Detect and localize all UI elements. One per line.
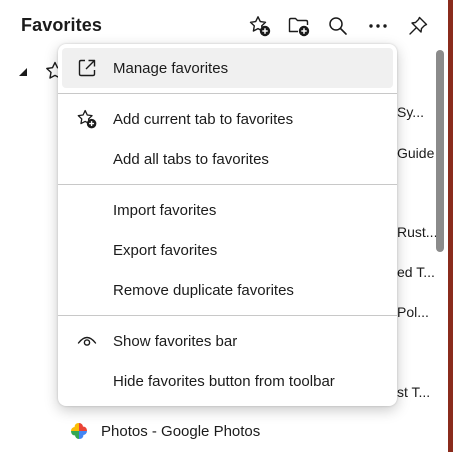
favorite-item-fragment[interactable]: ed T...	[397, 264, 435, 280]
menu-item-add-all-tabs[interactable]: Add all tabs to favorites	[62, 139, 393, 179]
tree-expand-icon[interactable]	[17, 66, 29, 78]
menu-item-label: Export favorites	[113, 242, 218, 259]
menu-item-show-favorites-bar[interactable]: Show favorites bar	[62, 321, 393, 361]
menu-item-import-favorites[interactable]: Import favorites	[62, 190, 393, 230]
google-photos-icon	[71, 423, 87, 439]
panel-title: Favorites	[21, 15, 102, 35]
menu-item-label: Hide favorites button from toolbar	[113, 373, 335, 390]
menu-separator	[58, 93, 397, 94]
menu-item-label: Add current tab to favorites	[113, 111, 294, 128]
menu-item-label: Manage favorites	[113, 60, 229, 77]
favorite-item-fragment[interactable]: Guide	[397, 145, 434, 161]
open-external-icon	[78, 59, 96, 77]
search-button[interactable]	[322, 10, 354, 42]
add-folder-icon	[288, 17, 310, 37]
favorite-item-fragment[interactable]: Sy...	[397, 104, 424, 120]
favorites-more-menu: Manage favorites Add current tab to favo…	[58, 44, 397, 406]
menu-item-remove-duplicates[interactable]: Remove duplicate favorites	[62, 270, 393, 310]
pin-icon	[409, 16, 428, 35]
favorite-item-fragment[interactable]: Rust...	[397, 224, 437, 240]
menu-item-label: Remove duplicate favorites	[113, 282, 294, 299]
add-folder-button[interactable]	[283, 10, 315, 42]
page-edge-strip	[448, 0, 453, 452]
favorite-item-fragment[interactable]: Pol...	[397, 304, 429, 320]
more-options-button[interactable]	[362, 10, 394, 42]
add-favorite-icon	[77, 109, 97, 129]
add-favorite-button[interactable]	[244, 10, 276, 42]
menu-item-add-current-tab[interactable]: Add current tab to favorites	[62, 99, 393, 139]
search-icon	[329, 17, 347, 35]
menu-item-manage-favorites[interactable]: Manage favorites	[62, 48, 393, 88]
menu-separator	[58, 315, 397, 316]
eye-icon	[77, 336, 97, 346]
pin-button[interactable]	[402, 10, 434, 42]
menu-item-label: Add all tabs to favorites	[113, 151, 269, 168]
scrollbar-thumb[interactable]	[436, 50, 444, 252]
menu-separator	[58, 184, 397, 185]
menu-item-label: Show favorites bar	[113, 333, 238, 350]
add-favorite-icon	[249, 16, 271, 37]
menu-item-hide-favorites-button[interactable]: Hide favorites button from toolbar	[62, 361, 393, 401]
menu-item-export-favorites[interactable]: Export favorites	[62, 230, 393, 270]
menu-item-label: Import favorites	[113, 202, 217, 219]
favorite-item-fragment[interactable]: st T...	[397, 384, 430, 400]
favorite-item-label: Photos - Google Photos	[101, 423, 261, 440]
more-icon	[369, 24, 387, 28]
